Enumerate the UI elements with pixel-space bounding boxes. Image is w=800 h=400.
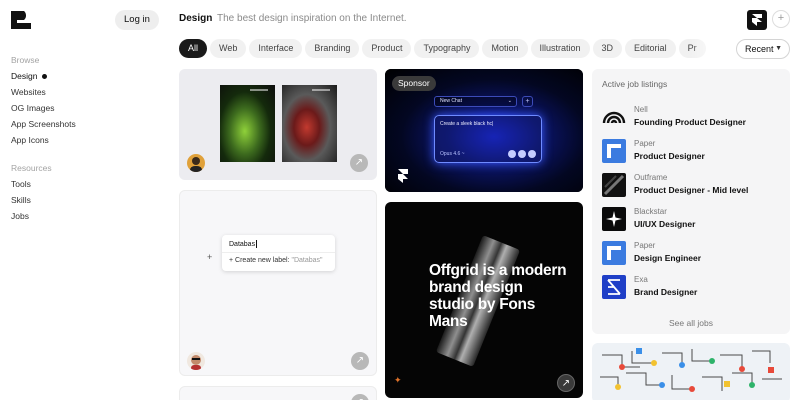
open-arrow-button[interactable]: ↗ [557,374,575,392]
sidebar-item-skills[interactable]: Skills [11,192,161,208]
job-company: Blackstar [634,207,667,216]
poster-image-red [282,85,337,162]
plus-icon: + [229,257,234,264]
job-listing[interactable]: Nell Founding Product Designer [602,102,782,132]
paper-logo-icon [602,241,626,265]
sidebar-item-og-images[interactable]: OG Images [11,100,161,116]
job-role: UI/UX Designer [634,219,696,229]
sponsor-card[interactable]: Sponsor New Chat ⌄ + Create a sleek blac… [385,69,583,192]
page-subtitle: The best design inspiration on the Inter… [217,13,407,24]
sidebar: Browse Design Websites OG Images App Scr… [11,52,161,224]
chat-actions [508,150,536,158]
new-chat-select: New Chat ⌄ [434,96,517,107]
chip-3d[interactable]: 3D [592,39,623,58]
sidebar-item-app-icons[interactable]: App Icons [11,132,161,148]
job-role: Product Designer [634,151,705,161]
plus-icon: + [522,96,533,107]
job-company: Nell [634,105,648,114]
blackstar-logo-icon [602,207,626,231]
pattern-illustration [600,348,782,392]
paper-logo-icon [602,139,626,163]
job-listing[interactable]: Paper Design Engineer [602,238,782,268]
studio-logo-icon: ✦ [394,375,402,385]
sidebar-item-app-screenshots[interactable]: App Screenshots [11,116,161,132]
sidebar-heading-browse: Browse [11,55,40,65]
job-role: Founding Product Designer [634,117,746,127]
add-button[interactable]: + [772,10,790,28]
framer-logo-button[interactable] [747,10,767,30]
chevron-down-icon: ⌄ [507,98,512,104]
design-card-partial[interactable]: ↗ [179,386,377,400]
sidebar-item-design[interactable]: Design [11,68,161,84]
job-role: Design Engineer [634,253,702,263]
job-listings-panel: Active job listings Nell Founding Produc… [592,69,790,334]
job-listing[interactable]: Exa Brand Designer [602,272,782,302]
site-logo[interactable] [11,11,31,29]
chat-input-box: Create a sleek black hc| Opus 4.6 ~ [434,115,542,163]
new-chat-label: New Chat [440,98,462,104]
design-card-pattern[interactable] [592,343,790,400]
login-button[interactable]: Log in [115,10,159,30]
job-listing[interactable]: Paper Product Designer [602,136,782,166]
send-icon [528,150,536,158]
sidebar-heading-resources: Resources [11,163,52,173]
sidebar-item-tools[interactable]: Tools [11,176,161,192]
chip-typography[interactable]: Typography [414,39,480,58]
see-all-jobs-link[interactable]: See all jobs [592,318,790,328]
page-title: Design [179,13,213,24]
sidebar-item-label: Design [11,71,38,81]
avatar[interactable] [187,154,205,172]
design-card-label-demo[interactable]: + Databas + Create new label: "Databas" … [179,190,377,376]
job-role: Brand Designer [634,287,698,297]
create-label-option: + Create new label: "Databas" [229,257,323,264]
chip-editorial[interactable]: Editorial [625,39,676,58]
job-company: Paper [634,139,656,148]
design-card-posters[interactable]: ↗ [179,69,377,180]
chip-interface[interactable]: Interface [249,39,303,58]
sort-label: Recent [745,44,774,54]
job-company: Paper [634,241,656,250]
chips-fade [690,39,730,59]
label-input: Databas [229,240,256,248]
attach-icon [508,150,516,158]
design-card-offgrid[interactable]: Offgrid is a modern brand design studio … [385,202,583,398]
sidebar-item-jobs[interactable]: Jobs [11,208,161,224]
job-listings-title: Active job listings [602,79,668,89]
chat-prompt: Create a sleek black hc| [440,121,494,127]
job-role: Product Designer - Mid level [634,185,749,195]
create-label-text: Create new label: [235,257,290,264]
label-dropdown: Databas + Create new label: "Databas" [222,235,335,271]
filter-chips: All Web Interface Branding Product Typography… [179,39,727,59]
sidebar-item-websites[interactable]: Websites [11,84,161,100]
job-company: Exa [634,275,648,284]
exa-logo-icon [602,275,626,299]
framer-icon [398,169,408,183]
plus-icon: + [207,252,213,262]
chip-all[interactable]: All [179,39,208,58]
framer-icon [752,14,762,26]
offgrid-headline: Offgrid is a modern brand design studio … [429,262,567,330]
sponsor-badge: Sponsor [392,76,436,91]
plus-icon [518,150,526,158]
chip-illustration[interactable]: Illustration [530,39,590,58]
model-label: Opus 4.6 ~ [440,151,465,157]
chip-product[interactable]: Product [362,39,412,58]
chip-motion[interactable]: Motion [482,39,528,58]
job-listing[interactable]: Blackstar UI/UX Designer [602,204,782,234]
job-listing[interactable]: Outframe Product Designer - Mid level [602,170,782,200]
sort-select[interactable]: Recent ▼ [736,39,790,59]
poster-image-green [220,85,275,162]
open-arrow-button[interactable]: ↗ [351,394,369,400]
nell-logo-icon [602,105,626,129]
avatar[interactable] [187,352,205,370]
job-company: Outframe [634,173,668,182]
outframe-logo-icon [602,173,626,197]
chevron-down-icon: ▼ [775,45,782,52]
open-arrow-button[interactable]: ↗ [350,154,368,172]
chip-branding[interactable]: Branding [305,39,360,58]
create-label-value: "Databas" [291,257,323,264]
chip-web[interactable]: Web [210,39,247,58]
active-dot-icon [42,73,48,79]
open-arrow-button[interactable]: ↗ [351,352,369,370]
